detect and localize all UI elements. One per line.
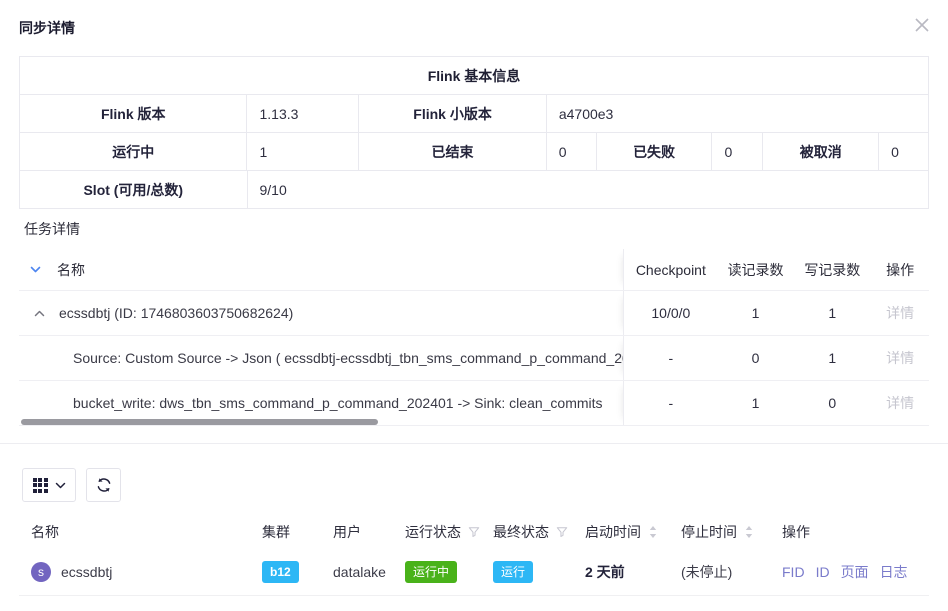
flink-version-value: 1.13.3	[247, 95, 359, 132]
column-header-user: 用户	[321, 515, 393, 548]
write-records-value: 1	[793, 291, 871, 335]
table-row: s ecssdbtj b12 datalake 运行中 运行 2 天前 (未停止…	[19, 548, 929, 596]
jobs-table-header: 名称 集群 用户 运行状态 最终状态 启动时间 停止时间 操作	[19, 515, 929, 548]
read-records-value: 0	[718, 336, 794, 380]
chevron-up-icon[interactable]	[33, 307, 46, 320]
row-actions: FID ID 页面 日志	[770, 548, 929, 595]
cluster-badge: b12	[262, 561, 299, 583]
read-records-value: 1	[718, 291, 794, 335]
running-value: 1	[247, 133, 359, 170]
column-header-name: 名称	[19, 515, 250, 548]
flink-minor-version-label: Flink 小版本	[359, 95, 547, 132]
checkpoint-value: 10/0/0	[624, 291, 718, 335]
cancelled-label: 被取消	[763, 133, 879, 170]
column-header-start-time: 启动时间	[573, 515, 669, 548]
final-state-badge: 运行	[493, 561, 533, 583]
running-label: 运行中	[20, 133, 247, 170]
log-link[interactable]: 日志	[880, 562, 908, 582]
table-row: Source: Custom Source -> Json ( ecssdbtj…	[19, 336, 929, 381]
column-header-read-records: 读记录数	[718, 249, 794, 290]
table-row: 运行中 1 已结束 0 已失败 0 被取消 0	[20, 132, 928, 170]
refresh-button[interactable]	[86, 468, 121, 502]
flink-info-table: Flink 基本信息 Flink 版本 1.13.3 Flink 小版本 a47…	[19, 56, 929, 209]
column-header-name: 名称	[57, 260, 85, 280]
sorter-icon[interactable]	[744, 525, 754, 539]
task-node-name: ecssdbtj (ID: 1746803603750682624)	[59, 305, 293, 321]
task-node-name: bucket_write: dws_tbn_sms_command_p_comm…	[19, 395, 603, 411]
chevron-down-icon	[55, 480, 66, 491]
column-header-stop-time: 停止时间	[669, 515, 770, 548]
avatar: s	[31, 562, 51, 582]
checkpoint-value: -	[624, 381, 718, 425]
slot-label: Slot (可用/总数)	[20, 171, 248, 208]
flink-minor-version-value: a4700e3	[547, 95, 928, 132]
start-time: 2 天前	[585, 562, 625, 582]
column-header-action: 操作	[871, 249, 929, 290]
horizontal-scrollbar[interactable]	[21, 419, 378, 425]
run-state-badge: 运行中	[405, 561, 457, 583]
checkpoint-value: -	[624, 336, 718, 380]
fid-link[interactable]: FID	[782, 564, 805, 580]
write-records-value: 1	[793, 336, 871, 380]
finished-label: 已结束	[359, 133, 547, 170]
detail-link[interactable]: 详情	[886, 393, 914, 413]
detail-link[interactable]: 详情	[886, 348, 914, 368]
column-settings-button[interactable]	[22, 468, 76, 502]
task-details-section-title: 任务详情	[24, 219, 80, 239]
job-name: ecssdbtj	[61, 564, 112, 580]
tree-table-header: 名称 Checkpoint 读记录数 写记录数 操作	[19, 249, 929, 291]
read-records-value: 1	[718, 381, 794, 425]
table-row: Slot (可用/总数) 9/10	[20, 170, 928, 208]
page-title: 同步详情	[19, 18, 75, 38]
failed-value: 0	[712, 133, 763, 170]
user-name: datalake	[333, 564, 386, 580]
column-header-cluster: 集群	[250, 515, 321, 548]
sorter-icon[interactable]	[648, 525, 658, 539]
cancelled-value: 0	[879, 133, 928, 170]
filter-icon[interactable]	[556, 526, 568, 538]
flink-version-label: Flink 版本	[20, 95, 247, 132]
column-header-checkpoint: Checkpoint	[624, 249, 718, 290]
write-records-value: 0	[793, 381, 871, 425]
refresh-icon	[96, 477, 112, 493]
task-tree-table: 名称 Checkpoint 读记录数 写记录数 操作 ecssdbtj (ID:…	[19, 249, 929, 426]
column-header-run-state: 运行状态	[393, 515, 481, 548]
failed-label: 已失败	[597, 133, 713, 170]
page-link[interactable]: 页面	[841, 562, 869, 582]
slot-value: 9/10	[248, 171, 929, 208]
id-link[interactable]: ID	[816, 564, 830, 580]
column-header-action: 操作	[770, 515, 929, 548]
stop-time: (未停止)	[681, 562, 732, 582]
column-header-write-records: 写记录数	[793, 249, 871, 290]
task-node-name: Source: Custom Source -> Json ( ecssdbtj…	[19, 350, 623, 366]
section-divider	[0, 443, 948, 444]
finished-value: 0	[547, 133, 597, 170]
grid-icon	[33, 478, 48, 493]
sync-details-drawer: 同步详情 Flink 基本信息 Flink 版本 1.13.3 Flink 小版…	[0, 0, 948, 611]
jobs-table: 名称 集群 用户 运行状态 最终状态 启动时间 停止时间 操作	[19, 515, 929, 596]
column-header-final-state: 最终状态	[481, 515, 573, 548]
detail-link[interactable]: 详情	[886, 303, 914, 323]
flink-info-title: Flink 基本信息	[20, 57, 928, 94]
chevron-down-icon[interactable]	[28, 263, 42, 277]
table-row: ecssdbtj (ID: 1746803603750682624) 10/0/…	[19, 291, 929, 336]
close-icon[interactable]	[913, 16, 931, 34]
table-row: Flink 版本 1.13.3 Flink 小版本 a4700e3	[20, 94, 928, 132]
filter-icon[interactable]	[468, 526, 480, 538]
